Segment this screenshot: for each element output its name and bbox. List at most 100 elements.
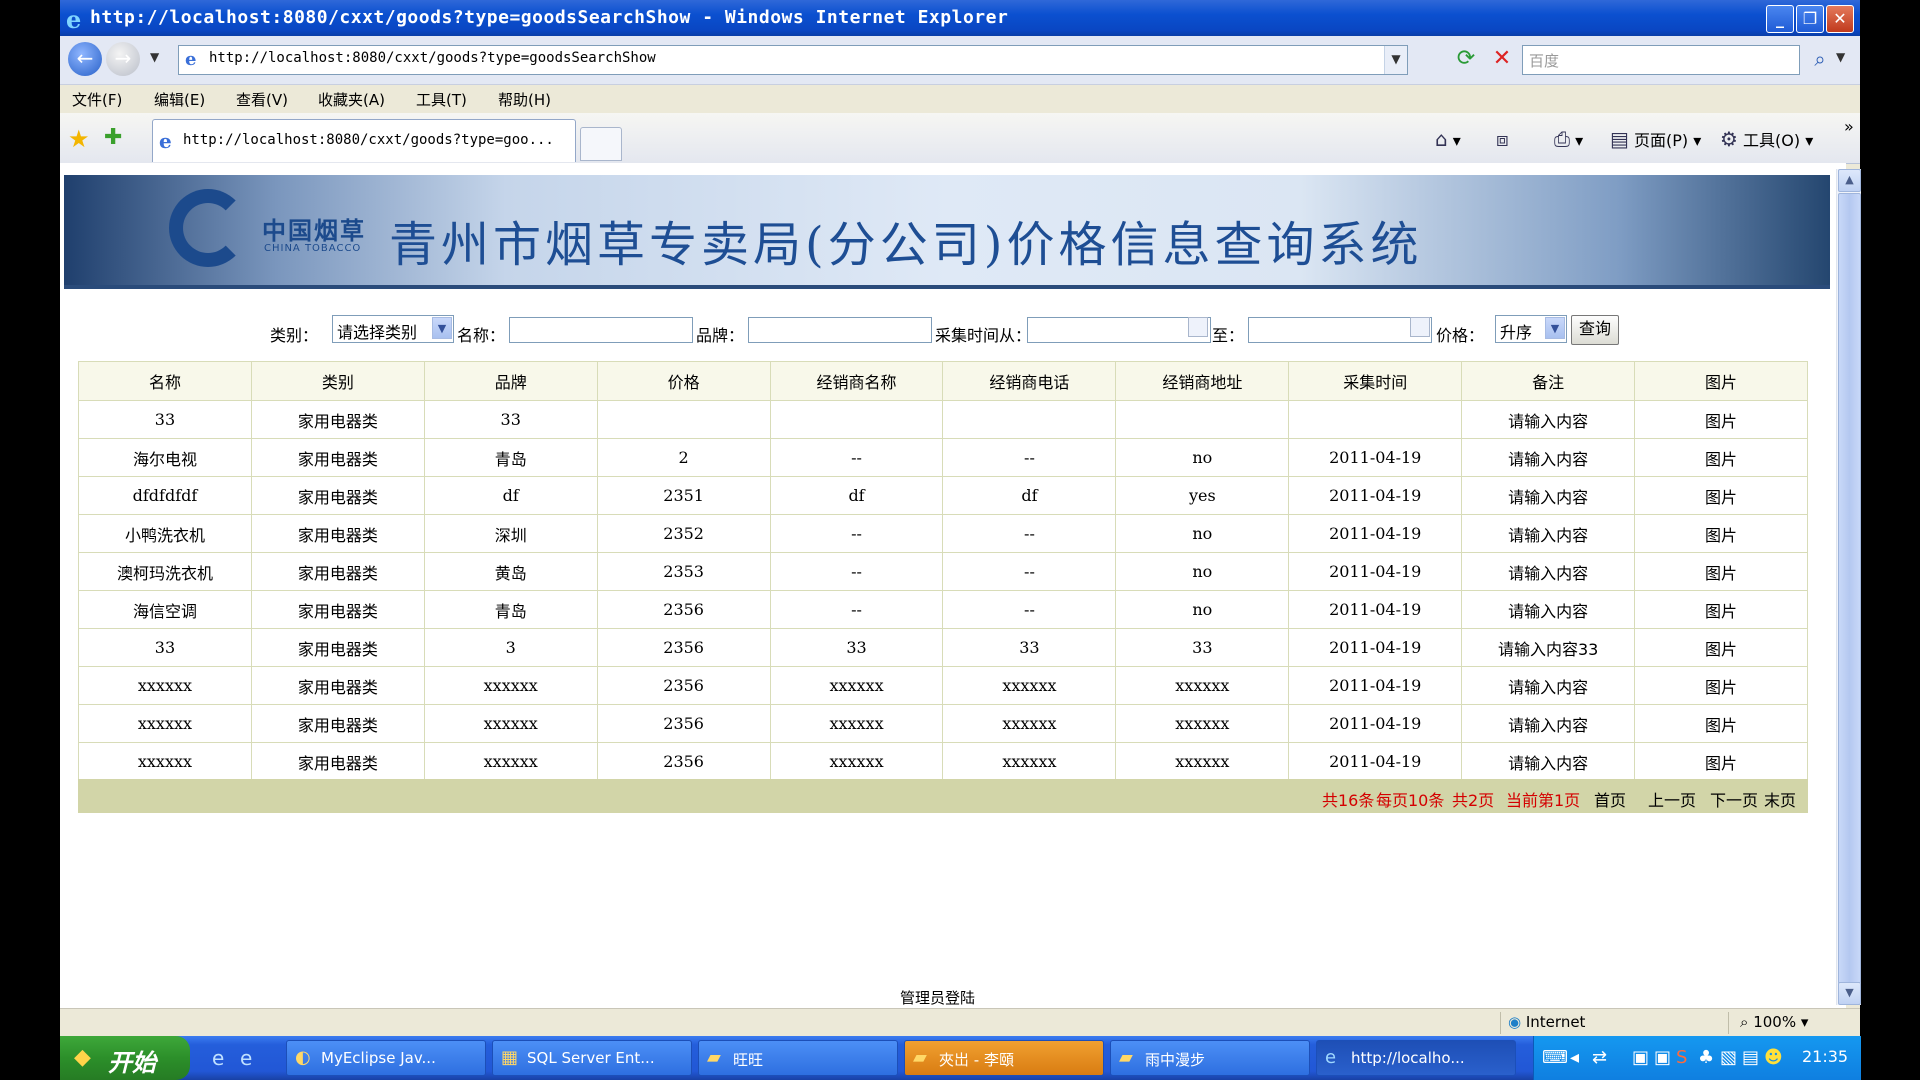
page-menu-button[interactable]: ▤ 页面(P) ▾ xyxy=(1610,127,1701,151)
close-button[interactable]: ✕ xyxy=(1826,5,1854,33)
table-cell: 请输入内容 xyxy=(1461,590,1636,629)
scroll-thumb[interactable] xyxy=(1838,193,1861,984)
restore-button[interactable]: ❐ xyxy=(1796,5,1824,33)
address-field[interactable]: e http://localhost:8080/cxxt/goods?type=… xyxy=(178,45,1408,75)
table-cell: 请输入内容 xyxy=(1461,666,1636,705)
calendar-icon[interactable] xyxy=(1188,317,1208,337)
smile-icon[interactable]: ☻ xyxy=(1764,1047,1783,1068)
pager-last-link[interactable]: 末页 xyxy=(1764,787,1796,811)
pager-first-link[interactable]: 首页 xyxy=(1594,787,1626,811)
start-button[interactable]: ◆ 开始 xyxy=(60,1036,190,1080)
image-link[interactable]: 图片 xyxy=(1634,704,1808,743)
app-tray-icon[interactable]: ▣ xyxy=(1632,1047,1649,1068)
new-tab-button[interactable] xyxy=(580,127,622,161)
price-order-select[interactable]: 升序 ▼ xyxy=(1495,315,1567,343)
chevron-down-icon[interactable]: ▼ xyxy=(1545,317,1565,339)
image-link[interactable]: 图片 xyxy=(1634,666,1808,705)
taskbar-label: 旺旺 xyxy=(733,1051,764,1069)
name-input[interactable] xyxy=(509,317,693,343)
tools-menu-button[interactable]: ⚙ 工具(O) ▾ xyxy=(1720,127,1813,151)
time-to-input[interactable] xyxy=(1248,317,1432,343)
app-tray-icon[interactable]: ▧ xyxy=(1720,1047,1737,1068)
admin-login-link[interactable]: 管理员登陆 xyxy=(900,987,975,1008)
query-button[interactable]: 查询 xyxy=(1571,315,1619,345)
table-cell: -- xyxy=(769,590,944,629)
image-link[interactable]: 图片 xyxy=(1634,400,1808,439)
taskbar-button-music[interactable]: ▰ 雨中漫步 xyxy=(1110,1040,1310,1076)
folder-icon: ▰ xyxy=(707,1047,721,1068)
security-zone[interactable]: ◉ Internet xyxy=(1508,1013,1585,1031)
table-cell: 青岛 xyxy=(423,590,598,629)
menu-favorites[interactable]: 收藏夹(A) xyxy=(318,89,385,110)
table-cell: 2356 xyxy=(596,704,771,743)
table-cell: -- xyxy=(942,590,1117,629)
taskbar-button-sqlserver[interactable]: ▦ SQL Server Ent... xyxy=(492,1040,692,1076)
image-link[interactable]: 图片 xyxy=(1634,742,1808,781)
window-titlebar[interactable]: e http://localhost:8080/cxxt/goods?type=… xyxy=(60,0,1860,36)
table-cell: 海尔电视 xyxy=(78,438,252,477)
vertical-scrollbar[interactable]: ▲ ▼ xyxy=(1836,169,1861,1005)
app-tray-icon[interactable]: ▣ xyxy=(1654,1047,1671,1068)
chevron-more-icon[interactable]: » xyxy=(1844,117,1854,136)
table-cell: -- xyxy=(769,438,944,477)
pager-next-link[interactable]: 下一页 xyxy=(1710,787,1758,811)
back-button[interactable]: ← xyxy=(68,42,102,76)
home-button[interactable]: ⌂ ▾ xyxy=(1435,127,1461,151)
history-dropdown-icon[interactable]: ▼ xyxy=(150,50,159,64)
search-input[interactable]: 百度 xyxy=(1522,45,1800,75)
tab-current[interactable]: e http://localhost:8080/cxxt/goods?type=… xyxy=(152,119,576,162)
image-link[interactable]: 图片 xyxy=(1634,628,1808,667)
taskbar-button-ie[interactable]: e http://localho... xyxy=(1316,1040,1516,1076)
network-icon[interactable]: ⇄ xyxy=(1592,1047,1607,1068)
ie-quicklaunch-icon[interactable]: e xyxy=(240,1046,252,1070)
brand-input[interactable] xyxy=(748,317,932,343)
sogou-icon[interactable]: S xyxy=(1676,1047,1687,1068)
image-link[interactable]: 图片 xyxy=(1634,552,1808,591)
arrow-icon[interactable]: ◂ xyxy=(1570,1047,1579,1068)
chevron-down-icon[interactable]: ▼ xyxy=(432,317,452,339)
search-options-dropdown-icon[interactable]: ▼ xyxy=(1836,50,1845,64)
stop-icon[interactable]: ✕ xyxy=(1488,46,1516,74)
address-url[interactable]: http://localhost:8080/cxxt/goods?type=go… xyxy=(209,50,656,66)
refresh-icon[interactable]: ⟳ xyxy=(1452,46,1480,74)
zoom-label: 100% xyxy=(1753,1013,1797,1031)
image-link[interactable]: 图片 xyxy=(1634,476,1808,515)
menu-help[interactable]: 帮助(H) xyxy=(498,89,551,110)
taskbar-button-myeclipse[interactable]: ◐ MyEclipse Jav... xyxy=(286,1040,486,1076)
pager-prev-link[interactable]: 上一页 xyxy=(1648,787,1696,811)
keyboard-icon[interactable]: ⌨ xyxy=(1542,1047,1568,1068)
search-icon[interactable]: ⌕ xyxy=(1806,46,1834,74)
print-button[interactable]: ⎙ ▾ xyxy=(1554,127,1583,151)
image-link[interactable]: 图片 xyxy=(1634,438,1808,477)
menu-view[interactable]: 查看(V) xyxy=(236,89,288,110)
taskbar-button-wangwang[interactable]: ▰ 旺旺 xyxy=(698,1040,898,1076)
address-row: ← → ▼ e http://localhost:8080/cxxt/goods… xyxy=(60,36,1860,85)
menu-edit[interactable]: 编辑(E) xyxy=(154,89,205,110)
feeds-button[interactable]: ⧈ xyxy=(1496,127,1509,151)
address-dropdown-icon[interactable]: ▼ xyxy=(1384,46,1407,74)
image-link[interactable]: 图片 xyxy=(1634,590,1808,629)
zoom-level[interactable]: ⌕ 100% ▾ xyxy=(1740,1013,1808,1031)
forward-button[interactable]: → xyxy=(106,42,140,76)
taskbar-button-player[interactable]: ▰ 夾岀 - 李頤 xyxy=(904,1040,1104,1076)
table-cell: xxxxxx xyxy=(423,666,598,705)
calendar-icon[interactable] xyxy=(1410,317,1430,337)
favorites-star-icon[interactable]: ★ xyxy=(68,125,90,153)
scroll-down-icon[interactable]: ▼ xyxy=(1838,982,1861,1005)
feeds-icon: ⧈ xyxy=(1496,127,1509,151)
page-menu-icon: ▤ xyxy=(1610,127,1629,151)
user-icon[interactable]: ♣ xyxy=(1698,1047,1714,1068)
table-cell xyxy=(596,400,771,439)
ie-quicklaunch-icon[interactable]: e xyxy=(212,1046,224,1070)
time-from-input[interactable] xyxy=(1027,317,1211,343)
category-select[interactable]: 请选择类别 ▼ xyxy=(332,315,454,343)
menu-file[interactable]: 文件(F) xyxy=(72,89,122,110)
app-icon: ▦ xyxy=(501,1047,519,1068)
image-link[interactable]: 图片 xyxy=(1634,514,1808,553)
scroll-up-icon[interactable]: ▲ xyxy=(1838,169,1861,192)
menu-tools[interactable]: 工具(T) xyxy=(416,89,467,110)
app-tray-icon[interactable]: ▤ xyxy=(1742,1047,1759,1068)
add-favorite-icon[interactable]: ✚ xyxy=(104,125,122,150)
minimize-button[interactable]: _ xyxy=(1766,5,1794,33)
zoom-icon: ⌕ xyxy=(1740,1013,1749,1031)
